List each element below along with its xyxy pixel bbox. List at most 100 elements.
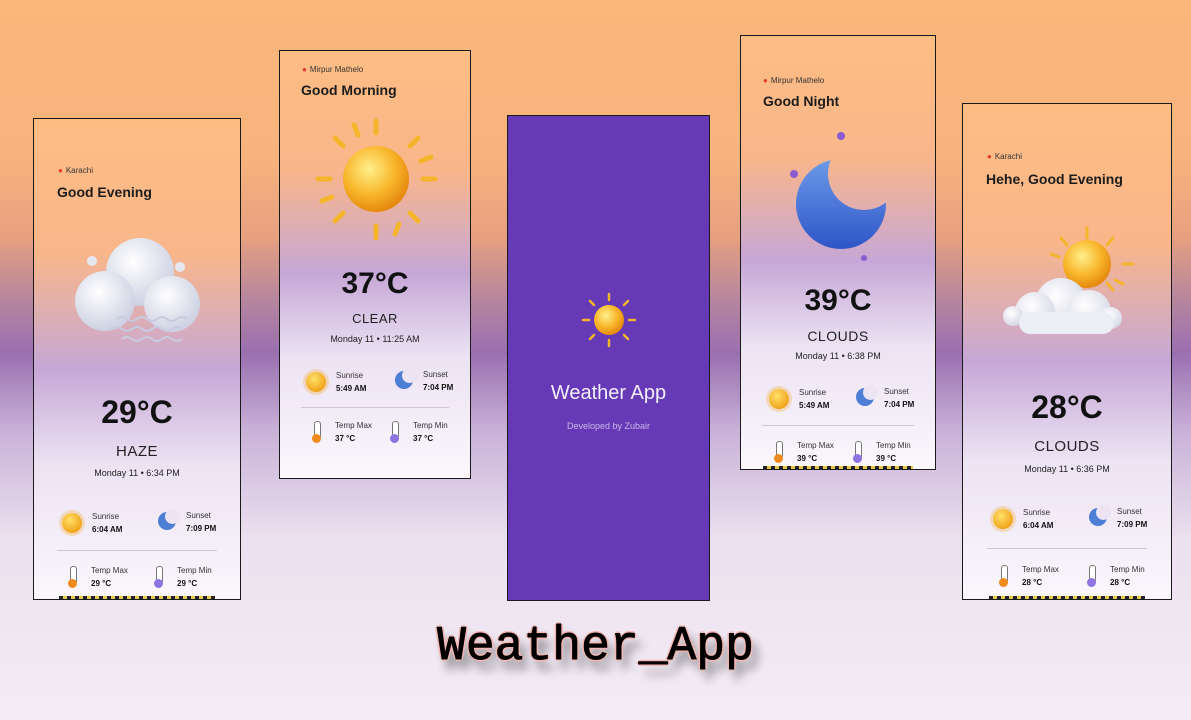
phone-karachi-evening: ● Karachi Good Evening 29°C HAZE Monday 1… [33,118,241,600]
sunset-info: Sunset 7:09 PM [156,509,216,535]
temp-min-label: Temp Min [177,566,212,575]
temperature: 29°C [101,394,173,430]
app-logo-sun-icon [581,292,637,348]
moon-weather-icon [786,126,896,261]
partly-cloudy-weather-icon [999,224,1139,349]
sunrise-info: Sunrise 5:49 AM [769,386,829,412]
bottom-edge [763,466,913,469]
thermometer-hot-icon [312,421,321,443]
sunset-time: 7:09 PM [1117,520,1148,529]
sunset-label: Sunset [186,511,211,520]
bottom-edge [989,596,1145,599]
temperature: 37°C [341,267,409,300]
sunrise-icon [769,389,789,409]
divider [762,425,914,426]
phone-karachi-hehe: ● Karachi Hehe, Good Evening 28°C CLOUDS … [962,103,1172,600]
phone-mirpur-night: ● Mirpur Mathelo Good Night 39°C CLOUDS M… [740,35,936,470]
sun-weather-icon [314,117,439,242]
temp-max-info: Temp Max 39 °C [774,439,834,465]
greeting: Hehe, Good Evening [986,171,1123,187]
thermometer-cold-icon [390,421,399,443]
sunrise-icon [62,513,82,533]
temperature: 28°C [1031,389,1103,425]
sunset-time: 7:09 PM [186,524,217,533]
sunset-moon-icon [1087,505,1111,529]
condition: CLOUDS [1034,438,1100,455]
thermometer-hot-icon [999,565,1008,587]
location-name: Karachi [994,152,1022,161]
sunrise-time: 5:49 AM [336,384,367,393]
sunrise-label: Sunrise [336,371,364,380]
sunset-label: Sunset [884,387,909,396]
condition: CLOUDS [807,328,869,344]
sunset-info: Sunset 7:04 PM [393,368,453,394]
thermometer-cold-icon [853,441,862,463]
app-title: Weather App [550,382,667,404]
sunrise-info: Sunrise 6:04 AM [62,510,122,536]
temp-max-info: Temp Max 29 °C [68,564,128,590]
divider [987,548,1147,549]
temp-max-label: Temp Max [335,421,372,430]
condition: HAZE [115,443,158,460]
thermometer-hot-icon [68,566,77,588]
temp-max-info: Temp Max 28 °C [999,563,1059,589]
sunset-label: Sunset [423,370,448,379]
condition: CLEAR [352,311,398,326]
temp-min-value: 29 °C [177,579,198,588]
developer-credit: Developed by Zubair [566,421,651,431]
location-pin-icon: ● [302,65,307,74]
sunrise-icon [993,509,1013,529]
splash-screen: Weather App Developed by Zubair [507,115,710,601]
location-label: ● Mirpur Mathelo [302,65,363,74]
sunset-moon-icon [854,385,878,409]
phone-mirpur-morning: ● Mirpur Mathelo Good Morning 37°C CLEAR … [279,50,471,479]
divider [301,407,449,408]
sunset-moon-icon [156,509,180,533]
location-pin-icon: ● [763,76,768,85]
sunrise-time: 6:04 AM [1023,521,1054,530]
location-name: Mirpur Mathelo [770,76,825,85]
sunrise-label: Sunrise [799,388,827,397]
location-pin-icon: ● [987,152,992,161]
sunrise-info: Sunrise 6:04 AM [993,506,1053,532]
temp-min-label: Temp Min [876,441,911,450]
sunrise-icon [306,372,326,392]
thermometer-cold-icon [154,566,163,588]
temp-min-info: Temp Min 29 °C [154,564,212,590]
temp-max-info: Temp Max 37 °C [312,419,372,445]
temp-min-info: Temp Min 28 °C [1087,563,1145,589]
location-name: Mirpur Mathelo [309,65,364,74]
sunrise-label: Sunrise [92,512,120,521]
temp-max-value: 39 °C [797,454,818,463]
temp-max-value: 28 °C [1022,578,1043,587]
sunset-label: Sunset [1117,507,1142,516]
temp-min-label: Temp Min [1110,565,1145,574]
temp-max-value: 37 °C [335,434,356,443]
temp-min-value: 39 °C [876,454,897,463]
thermometer-cold-icon [1087,565,1096,587]
temp-min-value: 37 °C [413,434,434,443]
sunset-moon-icon [393,368,417,392]
thermometer-hot-icon [774,441,783,463]
date-time: Monday 11 • 6:38 PM [795,351,881,361]
bottom-edge [59,596,215,599]
location-name: Karachi [65,166,93,175]
date-time: Monday 11 • 11:25 AM [330,334,420,344]
sunrise-label: Sunrise [1023,508,1051,517]
temp-min-value: 28 °C [1110,578,1131,587]
sunrise-time: 5:49 AM [799,401,830,410]
sunset-time: 7:04 PM [884,400,915,409]
sunset-info: Sunset 7:09 PM [1087,505,1147,531]
sunset-time: 7:04 PM [423,383,454,392]
haze-weather-icon [72,229,207,364]
greeting: Good Night [763,93,840,109]
sunrise-time: 6:04 AM [92,525,123,534]
greeting: Good Evening [57,184,152,200]
location-label: ● Karachi [58,166,93,175]
date-time: Monday 11 • 6:34 PM [94,468,180,478]
banner-title: Weather_App [437,620,755,675]
temp-min-info: Temp Min 39 °C [853,439,911,465]
sunrise-info: Sunrise 5:49 AM [306,369,366,395]
greeting: Good Morning [301,82,397,98]
temperature: 39°C [804,284,872,317]
